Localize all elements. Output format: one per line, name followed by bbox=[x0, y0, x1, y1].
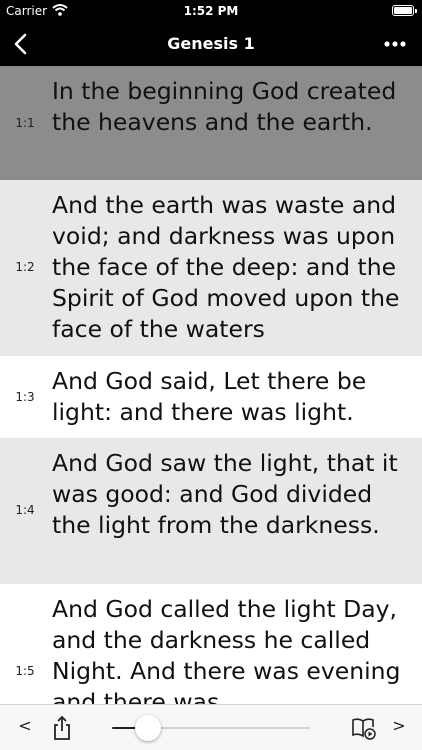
verse-list[interactable]: 1:1 In the beginning God created the hea… bbox=[0, 66, 422, 704]
status-time: 1:52 PM bbox=[183, 4, 239, 18]
more-button[interactable] bbox=[378, 28, 412, 60]
verse-number: 1:4 bbox=[15, 503, 35, 517]
book-audio-icon bbox=[352, 718, 376, 740]
verse-text: And God called the light Day, and the da… bbox=[52, 595, 401, 704]
verse-number: 1:2 bbox=[15, 260, 35, 274]
bottom-toolbar: < > bbox=[0, 704, 422, 750]
verse-row[interactable]: 1:5 And God called the light Day, and th… bbox=[0, 584, 422, 704]
verse-row[interactable]: 1:3 And God said, Let there be light: an… bbox=[0, 356, 422, 438]
verse-text: And God said, Let there be light: and th… bbox=[52, 367, 367, 426]
verse-text: And the earth was waste and void; and da… bbox=[52, 191, 400, 343]
previous-chapter-button[interactable]: < bbox=[14, 716, 36, 740]
verse-number: 1:1 bbox=[15, 116, 35, 130]
verse-row[interactable]: 1:1 In the beginning God created the hea… bbox=[0, 66, 422, 180]
page-title: Genesis 1 bbox=[167, 34, 255, 53]
next-chapter-button[interactable]: > bbox=[388, 716, 410, 740]
share-button[interactable] bbox=[50, 715, 74, 741]
verse-number: 1:3 bbox=[15, 390, 35, 404]
slider-thumb[interactable] bbox=[134, 715, 161, 741]
navigation-bar: Genesis 1 bbox=[0, 22, 422, 66]
battery-icon bbox=[392, 5, 417, 16]
audio-book-button[interactable] bbox=[350, 715, 378, 741]
status-bar: Carrier 1:52 PM bbox=[0, 0, 422, 22]
ellipsis-icon bbox=[384, 41, 406, 47]
verse-row[interactable]: 1:4 And God saw the light, that it was g… bbox=[0, 438, 422, 584]
verse-number: 1:5 bbox=[15, 664, 35, 678]
verse-row[interactable]: 1:2 And the earth was waste and void; an… bbox=[0, 180, 422, 356]
verse-text: In the beginning God created the heavens… bbox=[52, 77, 397, 136]
chapter-slider[interactable] bbox=[112, 715, 310, 741]
verse-text: And God saw the light, that it was good:… bbox=[52, 449, 398, 539]
share-icon bbox=[54, 715, 70, 740]
